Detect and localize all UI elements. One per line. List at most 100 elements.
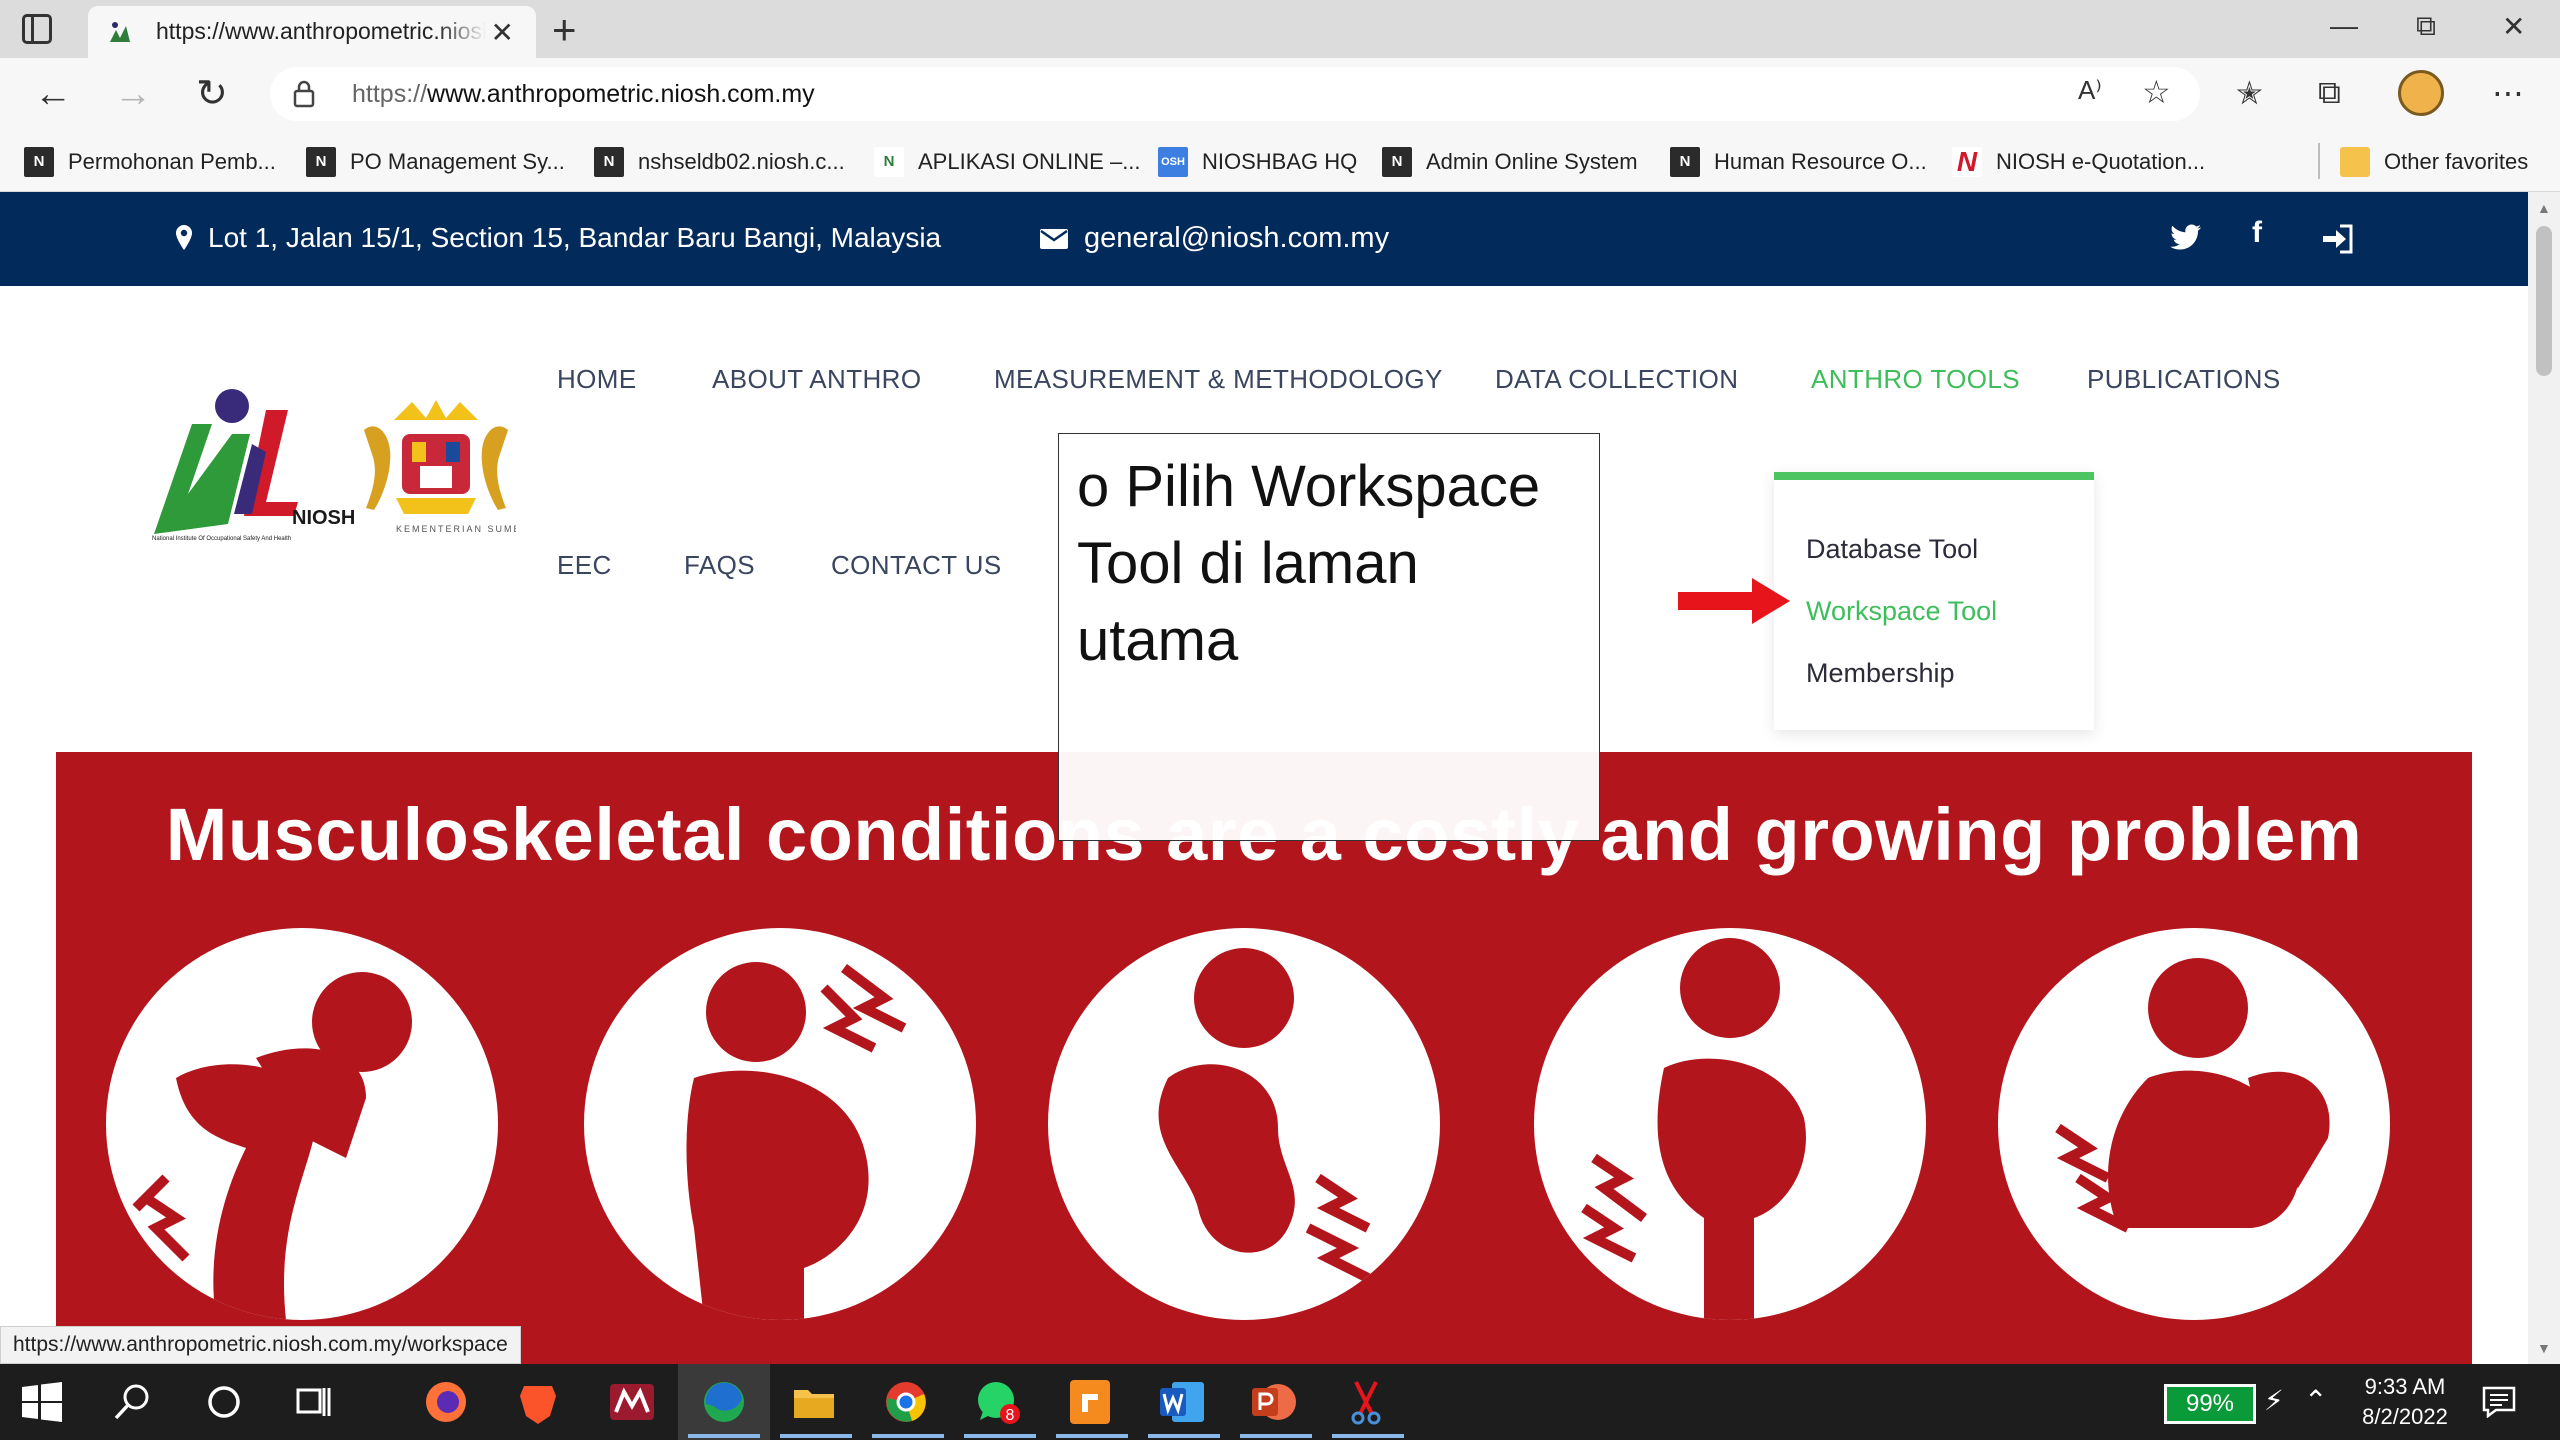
niosh-icon: N [874, 147, 904, 177]
bookmark-item[interactable]: N APLIKASI ONLINE –... [874, 142, 1141, 182]
email-text[interactable]: general@niosh.com.my [1084, 222, 1389, 255]
running-indicator [780, 1434, 852, 1438]
dropdown-workspace-tool[interactable]: Workspace Tool [1806, 596, 1997, 627]
dropdown-database-tool[interactable]: Database Tool [1806, 534, 1978, 565]
scrollbar-thumb[interactable] [2536, 226, 2552, 376]
dropdown-membership[interactable]: Membership [1806, 658, 1955, 689]
address-bar[interactable]: https://www.anthropometric.niosh.com.my … [270, 67, 2200, 121]
nav-publications[interactable]: PUBLICATIONS [2087, 364, 2281, 395]
search-icon[interactable] [112, 1382, 152, 1422]
forward-icon[interactable]: → [114, 72, 152, 116]
osh-icon: OSH [1158, 147, 1188, 177]
nav-contact-us[interactable]: CONTACT US [831, 550, 1002, 581]
word-icon[interactable] [1158, 1378, 1206, 1426]
windows-start-icon[interactable] [22, 1382, 62, 1422]
bookmark-item[interactable]: N Permohonan Pemb... [24, 142, 276, 182]
n-red-icon: N [1952, 147, 1982, 177]
nav-measurement-methodology[interactable]: MEASUREMENT & METHODOLOGY [994, 364, 1443, 395]
mendeley-icon[interactable] [608, 1378, 656, 1426]
hip-pain-illustration [1534, 928, 1926, 1320]
edge-icon[interactable] [700, 1378, 748, 1426]
location-pin-icon [176, 225, 192, 250]
nav-home[interactable]: HOME [557, 364, 637, 395]
bookmark-item[interactable]: Nnshseldb02.niosh.c... [594, 142, 845, 182]
restore-icon[interactable]: ⧉ [2416, 10, 2436, 43]
cortana-icon[interactable] [206, 1384, 242, 1420]
back-icon[interactable]: ← [34, 72, 72, 116]
powerpoint-icon[interactable] [1250, 1378, 1298, 1426]
anthro-tools-dropdown: Database Tool Workspace Tool Membership [1774, 472, 2094, 730]
file-explorer-icon[interactable] [790, 1378, 838, 1426]
browser-tab-strip: https://www.anthropometric.niosh.com.my … [0, 0, 2560, 58]
snipping-tool-icon[interactable] [1342, 1378, 1390, 1426]
malaysia-crest-logo: KEMENTERIAN SUMBER MANUSIA [364, 400, 516, 534]
window-close-icon[interactable]: ✕ [2502, 10, 2525, 43]
browser-toolbar: ← → ↻ https://www.anthropometric.niosh.c… [0, 58, 2560, 132]
email-info[interactable]: general@niosh.com.my [1040, 222, 1389, 255]
whatsapp-icon[interactable]: 8 [974, 1378, 1022, 1426]
instruction-callout: o Pilih Workspace Tool di laman utama [1058, 433, 1600, 841]
nav-faqs[interactable]: FAQS [684, 550, 755, 581]
power-plug-icon[interactable]: ⚡ [2264, 1384, 2284, 1417]
read-aloud-icon[interactable]: A⁾ [2078, 75, 2102, 106]
url-text[interactable]: https://www.anthropometric.niosh.com.my [352, 80, 815, 109]
favorites-icon[interactable]: ✭ [2236, 74, 2263, 112]
browser-tab[interactable]: https://www.anthropometric.niosh.com.my … [88, 6, 536, 58]
running-indicator [1240, 1434, 1312, 1438]
scroll-up-icon[interactable]: ▲ [2537, 200, 2551, 216]
brave-icon[interactable] [514, 1378, 562, 1426]
niosh-logo-text: NIOSH [292, 507, 355, 529]
nav-data-collection[interactable]: DATA COLLECTION [1495, 364, 1738, 395]
niosh-icon: N [24, 147, 54, 177]
bookmark-item[interactable]: N Human Resource O... [1670, 142, 1927, 182]
bookmark-item[interactable]: N NIOSH e-Quotation... [1952, 142, 2205, 182]
niosh-icon: N [1670, 147, 1700, 177]
scroll-down-icon[interactable]: ▼ [2537, 1340, 2551, 1356]
niosh-logo: NIOSH National Institute Of Occupational… [152, 389, 355, 542]
nav-anthro-tools[interactable]: ANTHRO TOOLS [1811, 364, 2020, 395]
niosh-icon: N [594, 147, 624, 177]
profile-avatar[interactable] [2398, 70, 2444, 116]
windows-taskbar: 8 99% ⚡ ⌃ 9:33 AM 8/2/2022 [0, 1364, 2560, 1440]
bookmarks-bar: N Permohonan Pemb... N PO Management Sy...… [0, 132, 2560, 192]
pdf-editor-icon[interactable] [1066, 1378, 1114, 1426]
battery-indicator[interactable]: 99% [2164, 1384, 2256, 1424]
twitter-icon[interactable] [2170, 224, 2202, 252]
bookmark-item[interactable]: OSH NIOSHBAG HQ [1158, 142, 1357, 182]
add-favorite-icon[interactable]: ☆ [2142, 73, 2171, 111]
notifications-icon[interactable] [2482, 1386, 2516, 1418]
tray-expand-icon[interactable]: ⌃ [2304, 1384, 2327, 1417]
bookmarks-divider [2318, 143, 2320, 179]
new-tab-button[interactable]: + [552, 6, 577, 54]
task-view-icon[interactable] [296, 1384, 332, 1420]
bookmark-item[interactable]: N PO Management Sy... [306, 142, 565, 182]
nav-about-anthro[interactable]: ABOUT ANTHRO [712, 364, 921, 395]
minimize-icon[interactable]: — [2330, 10, 2358, 42]
refresh-icon[interactable]: ↻ [196, 72, 228, 116]
page-scrollbar[interactable]: ▲ ▼ [2528, 192, 2560, 1364]
other-favorites[interactable]: Other favorites [2340, 142, 2528, 182]
arm-pain-illustration [1998, 928, 2390, 1320]
login-icon[interactable] [2322, 224, 2354, 254]
facebook-icon[interactable]: f [2252, 216, 2262, 250]
running-indicator [1056, 1434, 1128, 1438]
shoulder-pain-illustration [584, 928, 976, 1320]
niosh-favicon-icon [110, 22, 130, 42]
collections-icon[interactable]: ⧉ [2318, 74, 2341, 112]
bookmark-item[interactable]: N Admin Online System [1382, 142, 1638, 182]
tab-actions-icon[interactable] [22, 14, 52, 44]
more-options-icon[interactable]: ⋯ [2492, 74, 2524, 112]
nav-eec[interactable]: EEC [557, 550, 612, 581]
chrome-icon[interactable] [882, 1378, 930, 1426]
site-top-bar: Lot 1, Jalan 15/1, Section 15, Bandar Ba… [0, 192, 2528, 286]
system-clock[interactable]: 9:33 AM 8/2/2022 [2340, 1372, 2470, 1432]
instruction-text: o Pilih Workspace Tool di laman utama [1077, 454, 1541, 673]
lock-icon[interactable] [292, 80, 316, 108]
tab-close-icon[interactable]: ✕ [491, 16, 514, 49]
knee-pain-illustration [106, 928, 498, 1320]
firefox-icon[interactable] [422, 1378, 470, 1426]
red-arrow-icon [1678, 578, 1790, 624]
address-text: Lot 1, Jalan 15/1, Section 15, Bandar Ba… [208, 222, 942, 253]
envelope-icon [1040, 228, 1068, 249]
folder-icon [2340, 147, 2370, 177]
